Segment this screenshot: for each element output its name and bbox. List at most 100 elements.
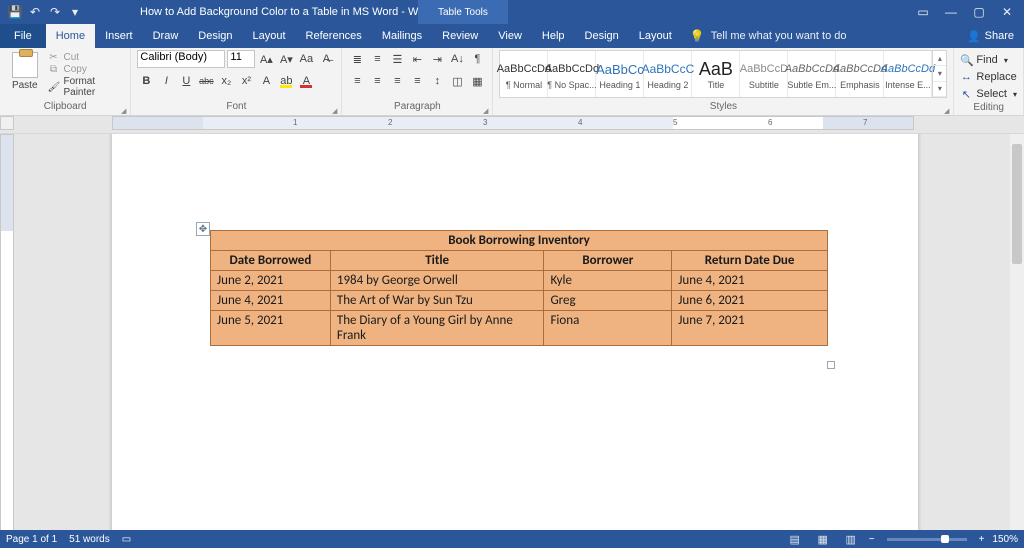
table-cell[interactable]: Greg [544,291,672,311]
table-title-row[interactable]: Book Borrowing Inventory [211,231,828,251]
table-move-handle-icon[interactable]: ✥ [196,222,210,236]
tab-table-layout[interactable]: Layout [629,24,682,48]
style-normal[interactable]: AaBbCcDd¶ Normal [500,51,548,97]
tab-view[interactable]: View [488,24,532,48]
zoom-out-button[interactable]: − [869,534,875,545]
tab-file[interactable]: File [0,24,46,48]
format-painter-button[interactable]: 🖌Format Painter [47,76,124,98]
table-header-cell[interactable]: Return Date Due [672,251,828,271]
clear-formatting-button[interactable]: A̶ [317,50,335,68]
shading-button[interactable]: ◫ [448,72,466,90]
tab-table-design[interactable]: Design [575,24,629,48]
table-header-row[interactable]: Date Borrowed Title Borrower Return Date… [211,251,828,271]
tab-design[interactable]: Design [188,24,242,48]
subscript-button[interactable]: x₂ [217,72,235,90]
sort-button[interactable]: A↓ [448,50,466,68]
italic-button[interactable]: I [157,72,175,90]
zoom-level[interactable]: 150% [992,534,1018,545]
style-title[interactable]: AaBTitle [692,51,740,97]
bullets-button[interactable]: ≣ [348,50,366,68]
status-word-count[interactable]: 51 words [69,534,110,545]
tab-insert[interactable]: Insert [95,24,143,48]
show-marks-button[interactable]: ¶ [468,50,486,68]
style-no-spacing[interactable]: AaBbCcDd¶ No Spac... [548,51,596,97]
redo-icon[interactable]: ↷ [48,5,62,19]
strikethrough-button[interactable]: abc [197,72,215,90]
align-center-button[interactable]: ≡ [368,72,386,90]
table-header-cell[interactable]: Borrower [544,251,672,271]
tab-selector[interactable] [0,116,14,130]
table-header-cell[interactable]: Title [330,251,544,271]
justify-button[interactable]: ≡ [408,72,426,90]
ribbon-display-options-icon[interactable]: ▭ [916,5,930,19]
line-spacing-button[interactable]: ↕ [428,72,446,90]
table-title-cell[interactable]: Book Borrowing Inventory [211,231,828,251]
underline-button[interactable]: U [177,72,195,90]
highlight-button[interactable]: ab [277,72,295,90]
minimize-icon[interactable]: — [944,5,958,19]
table-cell[interactable]: June 6, 2021 [672,291,828,311]
table-row[interactable]: June 4, 2021 The Art of War by Sun Tzu G… [211,291,828,311]
decrease-indent-button[interactable]: ⇤ [408,50,426,68]
table-row[interactable]: June 2, 2021 1984 by George Orwell Kyle … [211,271,828,291]
vertical-ruler[interactable] [0,134,14,530]
replace-button[interactable]: ↔Replace [960,69,1016,85]
table-cell[interactable]: June 2, 2021 [211,271,331,291]
table-cell[interactable]: June 7, 2021 [672,311,828,346]
view-print-layout-icon[interactable]: ▦ [813,532,833,546]
undo-icon[interactable]: ↶ [28,5,42,19]
tab-help[interactable]: Help [532,24,575,48]
status-page[interactable]: Page 1 of 1 [6,534,57,545]
tab-review[interactable]: Review [432,24,488,48]
superscript-button[interactable]: x² [237,72,255,90]
status-proofing-icon[interactable]: ▭ [122,534,131,545]
bold-button[interactable]: B [137,72,155,90]
horizontal-ruler[interactable]: 1 2 3 4 5 6 7 [112,116,914,130]
table-row[interactable]: June 5, 2021 The Diary of a Young Girl b… [211,311,828,346]
table-resize-handle-icon[interactable] [827,361,835,369]
style-emphasis[interactable]: AaBbCcDdEmphasis [836,51,884,97]
font-size-combo[interactable]: 11 [227,50,255,68]
style-heading-1[interactable]: AaBbCcHeading 1 [596,51,644,97]
table-cell[interactable]: The Diary of a Young Girl by Anne Frank [330,311,544,346]
copy-button[interactable]: ⧉Copy [47,64,124,75]
style-intense-emphasis[interactable]: AaBbCcDdIntense E... [884,51,932,97]
zoom-slider-thumb[interactable] [941,535,949,543]
view-web-layout-icon[interactable]: ▥ [841,532,861,546]
save-icon[interactable]: 💾 [8,5,22,19]
table-cell[interactable]: 1984 by George Orwell [330,271,544,291]
shrink-font-button[interactable]: A▾ [277,50,295,68]
change-case-button[interactable]: Aa [297,50,315,68]
tab-mailings[interactable]: Mailings [372,24,432,48]
view-read-mode-icon[interactable]: ▤ [785,532,805,546]
maximize-icon[interactable]: ▢ [972,5,986,19]
table-cell[interactable]: The Art of War by Sun Tzu [330,291,544,311]
tell-me-search[interactable]: 💡 Tell me what you want to do [690,24,847,48]
style-subtle-emphasis[interactable]: AaBbCcDdSubtle Em... [788,51,836,97]
multilevel-list-button[interactable]: ☰ [388,50,406,68]
qat-customize-icon[interactable]: ▾ [68,5,82,19]
zoom-slider[interactable] [887,538,967,541]
share-button[interactable]: 👤 Share [957,24,1024,48]
style-subtitle[interactable]: AaBbCcDSubtitle [740,51,788,97]
scrollbar-thumb[interactable] [1012,144,1022,264]
zoom-in-button[interactable]: + [979,534,985,545]
cut-button[interactable]: ✂Cut [47,52,124,63]
numbering-button[interactable]: ≡ [368,50,386,68]
table-cell[interactable]: June 4, 2021 [672,271,828,291]
page[interactable]: ✥ Book Borrowing Inventory Date Borrowed… [112,134,918,530]
vertical-scrollbar[interactable] [1010,134,1024,530]
table-cell[interactable]: Kyle [544,271,672,291]
close-icon[interactable]: ✕ [1000,5,1014,19]
table-cell[interactable]: June 5, 2021 [211,311,331,346]
table-header-cell[interactable]: Date Borrowed [211,251,331,271]
tab-draw[interactable]: Draw [143,24,189,48]
table-cell[interactable]: June 4, 2021 [211,291,331,311]
book-borrowing-table[interactable]: Book Borrowing Inventory Date Borrowed T… [210,230,828,346]
font-color-button[interactable]: A [297,72,315,90]
table-cell[interactable]: Fiona [544,311,672,346]
increase-indent-button[interactable]: ⇥ [428,50,446,68]
tab-home[interactable]: Home [46,24,95,48]
tab-references[interactable]: References [296,24,372,48]
styles-gallery-more[interactable]: ▴▾▾ [932,51,946,97]
